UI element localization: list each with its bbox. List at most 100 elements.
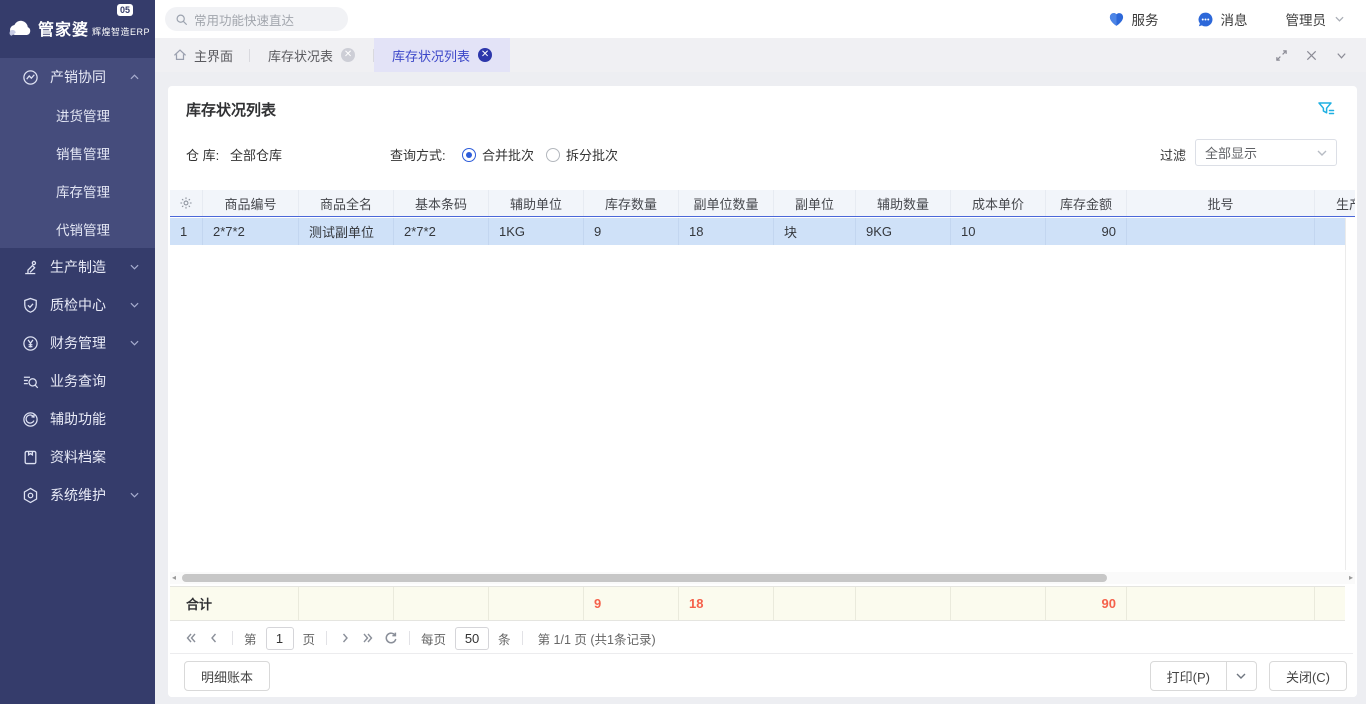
topbar-actions: 服务 消息 管理员 <box>1108 9 1345 29</box>
quality-icon <box>22 297 39 314</box>
first-page-button[interactable] <box>184 631 198 645</box>
vertical-scrollbar[interactable] <box>1345 218 1355 570</box>
horizontal-scrollbar[interactable]: ◂ ▸ <box>170 572 1355 584</box>
column-header[interactable]: 库存金额 <box>1046 190 1127 216</box>
sidebar-item-finance[interactable]: 财务管理 <box>0 324 155 362</box>
sidebar-item-label: 系统维护 <box>50 485 106 505</box>
column-header[interactable]: 商品全名 <box>299 190 394 216</box>
detail-ledger-button[interactable]: 明细账本 <box>184 661 270 691</box>
user-menu[interactable]: 管理员 <box>1286 9 1345 29</box>
column-settings-cell[interactable] <box>170 190 203 216</box>
sidebar-item-label: 生产制造 <box>50 257 106 277</box>
close-icon[interactable] <box>1305 49 1318 62</box>
tab-close-icon[interactable]: ✕ <box>478 48 492 62</box>
sidebar-item-label: 质检中心 <box>50 295 106 315</box>
search-input[interactable]: 常用功能快速直达 <box>165 7 348 31</box>
column-header[interactable]: 生产日期 <box>1315 190 1355 216</box>
scroll-left-icon[interactable]: ◂ <box>172 574 176 582</box>
summary-cell <box>299 587 394 620</box>
inventory-card: 库存状况列表 仓 库: 全部仓库 查询方式: 合并批次 拆分批次 <box>168 86 1357 697</box>
expand-icon[interactable] <box>1275 49 1288 62</box>
summary-cell <box>951 587 1046 620</box>
chevron-down-icon[interactable] <box>1335 49 1348 62</box>
table-cell: 1KG <box>489 218 584 245</box>
radio-split-batch[interactable]: 拆分批次 <box>546 145 618 164</box>
row-index: 1 <box>170 218 203 245</box>
footer-actions: 打印(P) 关闭(C) <box>1150 661 1347 691</box>
tab-close-icon[interactable]: ✕ <box>341 48 355 62</box>
manufacture-icon <box>22 259 39 276</box>
chevron-down-icon <box>130 302 139 308</box>
chevron-down-icon <box>130 340 139 346</box>
tab-home-label: 主界面 <box>194 46 233 65</box>
column-header[interactable]: 辅助数量 <box>856 190 951 216</box>
radio-label: 合并批次 <box>482 145 534 164</box>
print-button[interactable]: 打印(P) <box>1150 661 1227 691</box>
tabbar: 主界面 库存状况表 ✕ 库存状况列表 ✕ <box>155 38 1366 72</box>
brand-cloud-icon <box>8 19 34 37</box>
sidebar-group: 资料档案 <box>0 438 155 476</box>
page-title: 库存状况列表 <box>186 99 276 120</box>
tab-inventory-status-list[interactable]: 库存状况列表 ✕ <box>374 38 510 72</box>
warehouse-value: 全部仓库 <box>230 145 282 164</box>
page-number-input[interactable] <box>266 627 294 650</box>
tab-label: 库存状况表 <box>268 46 333 65</box>
table-cell: 9KG <box>856 218 951 245</box>
sidebar-item-query[interactable]: 业务查询 <box>0 362 155 400</box>
table-row[interactable]: 12*7*2测试副单位2*7*21KG918块9KG1090 <box>170 218 1345 245</box>
column-header[interactable]: 辅助单位 <box>489 190 584 216</box>
column-header[interactable]: 基本条码 <box>394 190 489 216</box>
page-size-input[interactable] <box>455 627 489 650</box>
tab-inventory-status[interactable]: 库存状况表 ✕ <box>250 38 373 72</box>
sidebar-item-manufacture[interactable]: 生产制造 <box>0 248 155 286</box>
table-cell: 18 <box>679 218 774 245</box>
sidebar-group: 业务查询 <box>0 362 155 400</box>
assist-icon <box>22 411 39 428</box>
refresh-icon[interactable] <box>384 631 398 645</box>
column-header[interactable]: 副单位数量 <box>679 190 774 216</box>
tab-home[interactable]: 主界面 <box>155 38 249 72</box>
sidebar-subitem[interactable]: 库存管理 <box>0 172 155 210</box>
table-cell: 2*7*2 <box>394 218 489 245</box>
sidebar-subitem[interactable]: 销售管理 <box>0 134 155 172</box>
sidebar-item-archive[interactable]: 资料档案 <box>0 438 155 476</box>
filter-select[interactable]: 全部显示 <box>1195 139 1337 166</box>
messages-label: 消息 <box>1221 9 1248 29</box>
prev-page-button[interactable] <box>207 631 221 645</box>
sidebar-item-quality[interactable]: 质检中心 <box>0 286 155 324</box>
column-header[interactable]: 商品编号 <box>203 190 299 216</box>
column-header[interactable]: 成本单价 <box>951 190 1046 216</box>
radio-merge-batch[interactable]: 合并批次 <box>462 145 534 164</box>
column-header[interactable]: 副单位 <box>774 190 856 216</box>
scroll-right-icon[interactable]: ▸ <box>1349 574 1353 582</box>
summary-cell <box>394 587 489 620</box>
page-label-post: 页 <box>303 629 316 648</box>
sidebar-item-label: 业务查询 <box>50 371 106 391</box>
sidebar-item-assist[interactable]: 辅助功能 <box>0 400 155 438</box>
sidebar-item-maintain[interactable]: 系统维护 <box>0 476 155 514</box>
messages-button[interactable]: 消息 <box>1197 9 1248 29</box>
sidebar-item-sync[interactable]: 产销协同 <box>0 58 155 96</box>
next-page-button[interactable] <box>338 631 352 645</box>
finance-icon <box>22 335 39 352</box>
table-cell: 块 <box>774 218 856 245</box>
pagination-info: 第 1/1 页 (共1条记录) <box>538 629 656 648</box>
filter-funnel-icon[interactable] <box>1317 100 1335 118</box>
summary-value: 9 <box>584 587 679 620</box>
column-header[interactable]: 批号 <box>1127 190 1315 216</box>
summary-cell <box>774 587 856 620</box>
print-dropdown-button[interactable] <box>1227 661 1257 691</box>
content-area: 库存状况列表 仓 库: 全部仓库 查询方式: 合并批次 拆分批次 <box>155 72 1366 704</box>
brand-name: 管家婆 <box>38 16 89 40</box>
sidebar-subitem[interactable]: 代销管理 <box>0 210 155 248</box>
close-button[interactable]: 关闭(C) <box>1269 661 1347 691</box>
scrollbar-thumb[interactable] <box>182 574 1107 582</box>
column-header[interactable]: 库存数量 <box>584 190 679 216</box>
sidebar-group: 系统维护 <box>0 476 155 514</box>
warehouse-label: 仓 库: <box>186 145 219 164</box>
home-icon <box>173 48 187 62</box>
service-button[interactable]: 服务 <box>1108 9 1159 29</box>
sidebar-subitem[interactable]: 进货管理 <box>0 96 155 134</box>
last-page-button[interactable] <box>361 631 375 645</box>
radio-selected-icon <box>462 148 476 162</box>
